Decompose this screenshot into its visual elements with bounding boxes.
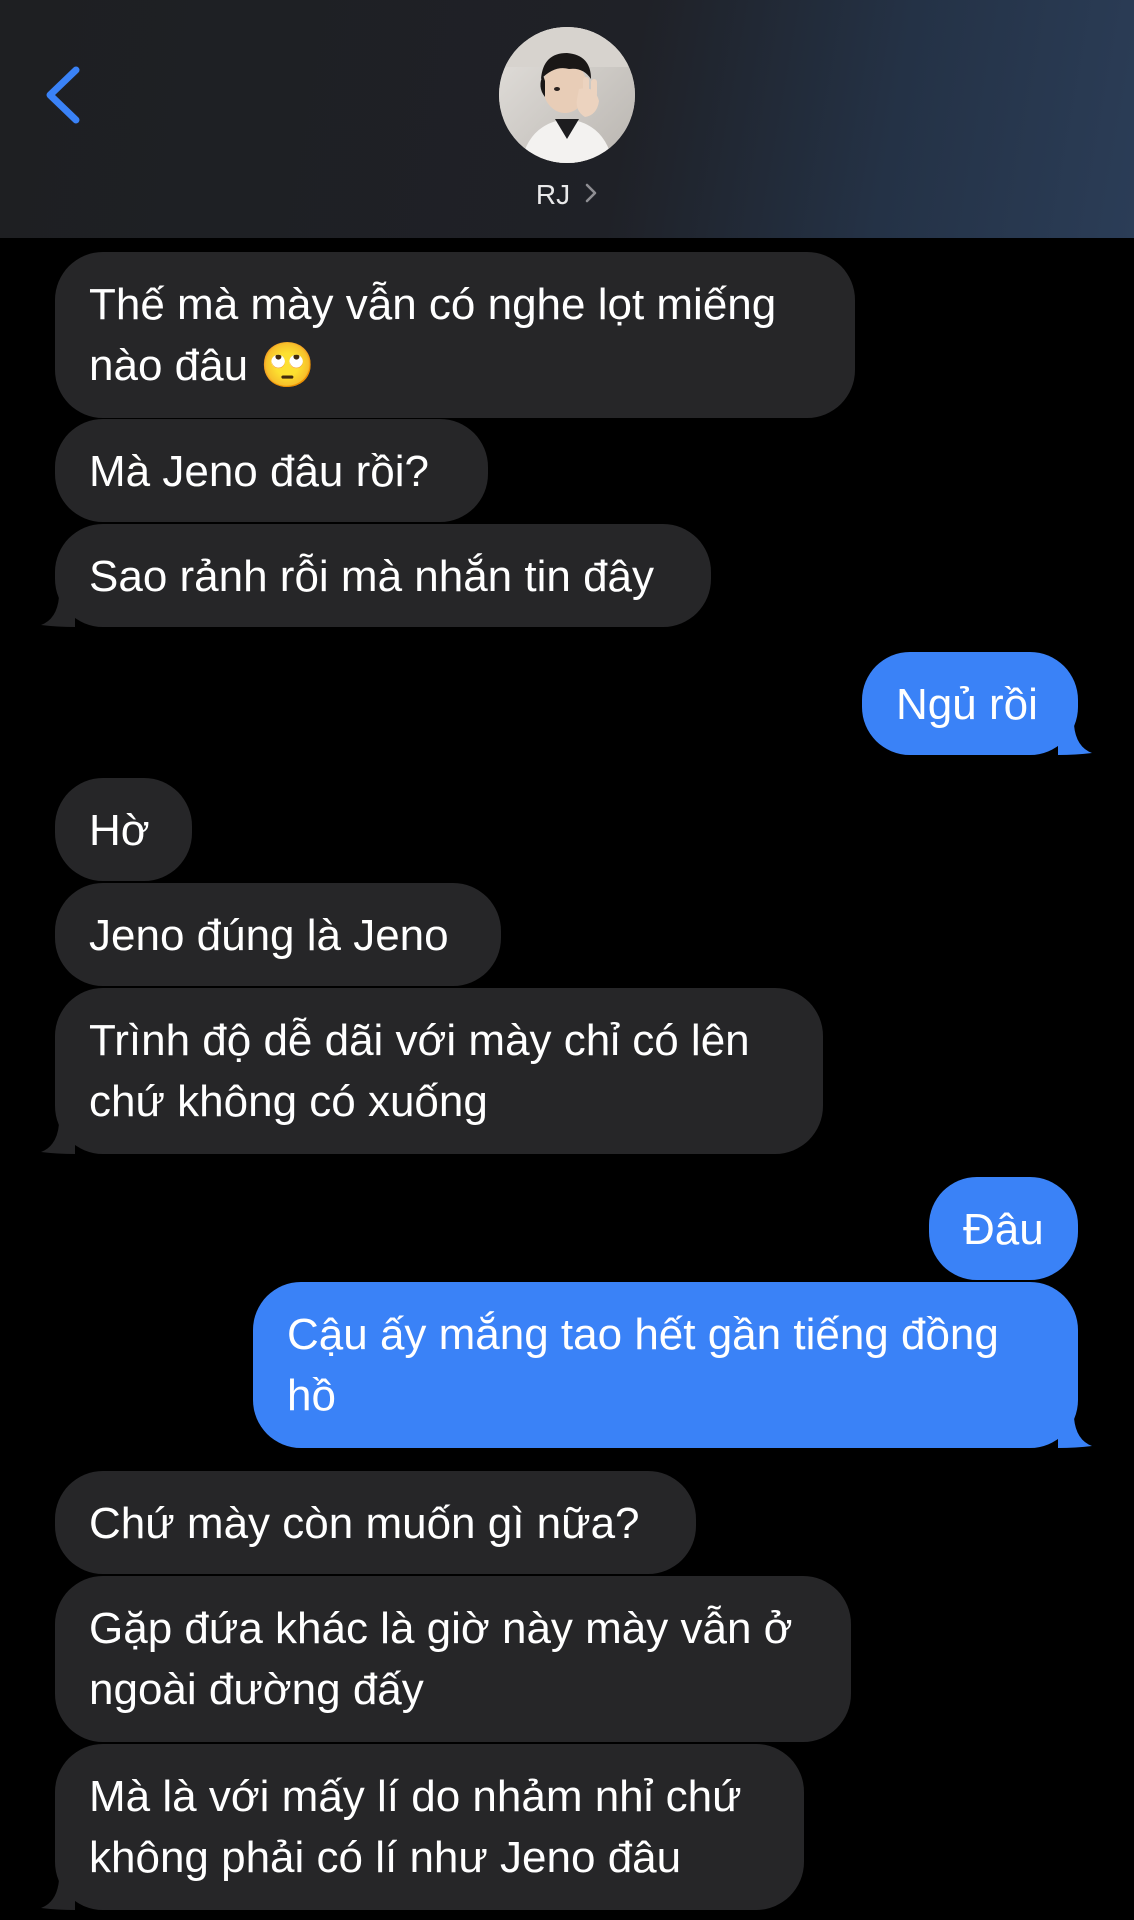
message-text: Thế mà mày vẫn có nghe lọt miếng (89, 280, 777, 329)
message-text: Mà Jeno đâu rồi? (89, 447, 429, 496)
contact-name: RJ (535, 179, 571, 210)
message-text: Sao rảnh rỗi mà nhắn tin đây (89, 552, 655, 601)
message-text: chứ không có xuống (89, 1077, 488, 1126)
message-bubble-incoming[interactable]: Thế mà mày vẫn có nghe lọt miếng nào đâu… (55, 252, 855, 418)
message-thread[interactable]: Thế mà mày vẫn có nghe lọt miếng nào đâu… (0, 238, 1134, 1920)
message-bubble-incoming[interactable]: Sao rảnh rỗi mà nhắn tin đây (41, 524, 711, 627)
message-text: hồ (287, 1371, 336, 1420)
message-bubble-incoming[interactable]: Gặp đứa khác là giờ này mày vẫn ở ngoài … (55, 1576, 851, 1742)
message-text: không phải có lí như Jeno đâu (89, 1833, 682, 1882)
chevron-right-icon (584, 177, 598, 213)
bubble-tail (41, 1880, 75, 1910)
message-bubble-incoming[interactable]: Trình độ dễ dãi với mày chỉ có lên chứ k… (41, 988, 823, 1154)
message-text: Trình độ dễ dãi với mày chỉ có lên (89, 1016, 750, 1065)
bubble-tail (41, 597, 75, 627)
bubble-tail (1058, 725, 1092, 755)
message-text: Đâu (963, 1205, 1044, 1254)
message-text: nào đâu 🙄 (89, 341, 316, 390)
contact-name-button[interactable]: RJ (0, 177, 1134, 215)
bubble-tail (1058, 1418, 1092, 1448)
contact-photo (499, 27, 635, 163)
message-bubble-outgoing[interactable]: Cậu ấy mắng tao hết gần tiếng đồng hồ (253, 1282, 1092, 1448)
message-bubble-incoming[interactable]: Jeno đúng là Jeno (55, 883, 501, 986)
message-text: Ngủ rồi (896, 680, 1038, 729)
message-bubble-incoming[interactable]: Hờ (55, 778, 192, 881)
message-bubble-outgoing[interactable]: Đâu (929, 1177, 1078, 1280)
avatar[interactable] (499, 27, 635, 163)
message-text: ngoài đường đấy (89, 1665, 424, 1714)
message-text: Cậu ấy mắng tao hết gần tiếng đồng (287, 1310, 999, 1359)
message-text: Jeno đúng là Jeno (89, 911, 449, 960)
message-bubble-incoming[interactable]: Mà là với mấy lí do nhảm nhỉ chứ không p… (41, 1744, 804, 1910)
bubble-tail (41, 1124, 75, 1154)
message-text: Chứ mày còn muốn gì nữa? (89, 1499, 640, 1548)
message-text: Hờ (89, 806, 150, 855)
conversation-header: RJ (0, 0, 1134, 238)
chevron-left-icon (46, 66, 80, 124)
message-bubble-incoming[interactable]: Chứ mày còn muốn gì nữa? (55, 1471, 696, 1574)
message-text: Gặp đứa khác là giờ này mày vẫn ở (89, 1604, 793, 1653)
message-text: Mà là với mấy lí do nhảm nhỉ chứ (89, 1772, 742, 1821)
message-bubble-outgoing[interactable]: Ngủ rồi (862, 652, 1092, 755)
back-button[interactable] (28, 50, 100, 140)
message-bubble-incoming[interactable]: Mà Jeno đâu rồi? (55, 419, 488, 522)
